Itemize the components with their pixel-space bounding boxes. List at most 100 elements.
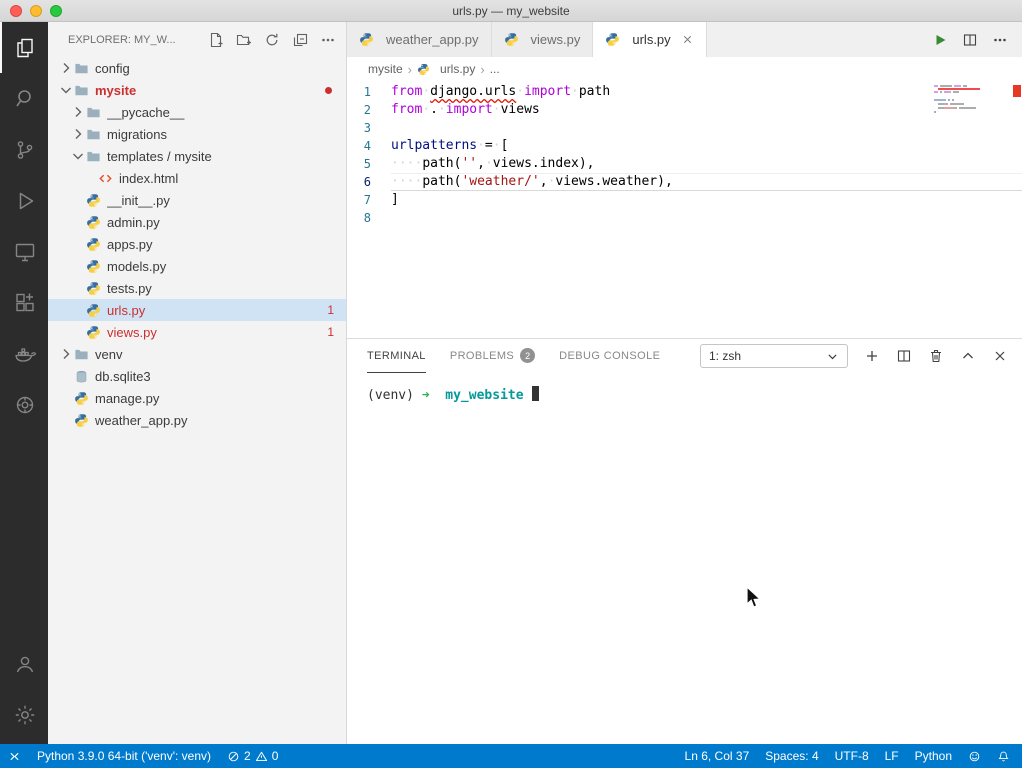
tree-item-apps-py[interactable]: apps.py: [48, 233, 346, 255]
minimap[interactable]: [934, 85, 1006, 119]
activity-account-icon[interactable]: [0, 638, 48, 689]
tree-item-index-html[interactable]: index.html: [48, 167, 346, 189]
file-label: weather_app.py: [95, 413, 346, 428]
python-icon: [86, 215, 101, 230]
chevron-right-icon: [70, 104, 86, 120]
code-line-1[interactable]: 1from·django.urls·import·path: [347, 83, 1022, 101]
close-window-button[interactable]: [10, 5, 22, 17]
tree-item-db-sqlite3[interactable]: db.sqlite3: [48, 365, 346, 387]
terminal-shell-select[interactable]: 1: zsh: [700, 344, 848, 368]
tree-item-config[interactable]: config: [48, 57, 346, 79]
panel-tab-problems[interactable]: PROBLEMS2: [450, 339, 535, 373]
tree-item-admin-py[interactable]: admin.py: [48, 211, 346, 233]
indent-spacer: [70, 236, 86, 252]
tree-item-mysite[interactable]: mysite: [48, 79, 346, 101]
python-icon: [359, 32, 374, 47]
minimize-window-button[interactable]: [30, 5, 42, 17]
tree-item-init-py[interactable]: __init__.py: [48, 189, 346, 211]
split-editor-button[interactable]: [962, 32, 978, 48]
activity-run-debug-icon[interactable]: [0, 175, 48, 226]
editor[interactable]: 1from·django.urls·import·path2from·.·imp…: [347, 81, 1022, 338]
zoom-window-button[interactable]: [50, 5, 62, 17]
editor-actions: [918, 22, 1022, 57]
code-line-2[interactable]: 2from·.·import·views: [347, 101, 1022, 119]
folder-icon: [74, 61, 89, 76]
file-label: manage.py: [95, 391, 346, 406]
tab-urls-py[interactable]: urls.py: [593, 22, 706, 57]
encoding-status[interactable]: UTF-8: [827, 744, 877, 768]
bell-icon: [997, 750, 1010, 763]
eol-status[interactable]: LF: [877, 744, 907, 768]
activity-remote-explorer-icon[interactable]: [0, 226, 48, 277]
code-line-5[interactable]: 5····path('',·views.index),: [347, 155, 1022, 173]
notifications-button[interactable]: [989, 744, 1018, 768]
code-line-7[interactable]: 7]: [347, 191, 1022, 209]
breadcrumb-separator: ›: [480, 62, 484, 77]
file-label: mysite: [95, 83, 325, 98]
tree-item-migrations[interactable]: migrations: [48, 123, 346, 145]
close-icon[interactable]: [681, 33, 694, 46]
python-icon: [417, 63, 430, 76]
panel-tab-terminal[interactable]: TERMINAL: [367, 339, 426, 373]
remote-indicator[interactable]: [0, 744, 29, 768]
breadcrumb-item-more[interactable]: ...: [490, 62, 500, 76]
split-terminal-button[interactable]: [896, 348, 912, 364]
activity-search-icon[interactable]: [0, 73, 48, 124]
python-interpreter-status[interactable]: Python 3.9.0 64-bit ('venv': venv): [29, 744, 219, 768]
explorer-title: EXPLORER: MY_W...: [68, 34, 208, 46]
tab-label: weather_app.py: [386, 32, 479, 47]
activity-bar-bottom: [0, 638, 48, 744]
activity-explorer-icon[interactable]: [0, 22, 48, 73]
file-label: apps.py: [107, 237, 346, 252]
tree-item-tests-py[interactable]: tests.py: [48, 277, 346, 299]
terminal[interactable]: (venv) ➜ my_website: [347, 373, 1022, 744]
feedback-button[interactable]: [960, 744, 989, 768]
breadcrumb-item-urls-py[interactable]: urls.py: [417, 62, 475, 76]
tree-item-models-py[interactable]: models.py: [48, 255, 346, 277]
new-file-icon[interactable]: [208, 32, 224, 48]
indent-spacer: [70, 302, 86, 318]
activity-gear-circle-icon[interactable]: [0, 379, 48, 430]
chevron-down-icon: [58, 82, 74, 98]
error-count-badge: 1: [327, 303, 334, 317]
breadcrumb-item-mysite[interactable]: mysite: [368, 62, 403, 76]
code-line-6[interactable]: 6····path('weather/',·views.weather),: [347, 173, 1022, 191]
tree-item-pycache[interactable]: __pycache__: [48, 101, 346, 123]
more-icon[interactable]: [320, 32, 336, 48]
tree-item-weather-app-py[interactable]: weather_app.py: [48, 409, 346, 431]
code-line-8[interactable]: 8: [347, 209, 1022, 227]
tree-item-views-py[interactable]: views.py1: [48, 321, 346, 343]
maximize-panel-button[interactable]: [960, 348, 976, 364]
indent-spacer: [70, 258, 86, 274]
line-number: 5: [347, 155, 391, 173]
activity-source-control-icon[interactable]: [0, 124, 48, 175]
kill-terminal-button[interactable]: [928, 348, 944, 364]
problems-status[interactable]: 2 0: [219, 744, 286, 768]
cursor-position-status[interactable]: Ln 6, Col 37: [677, 744, 758, 768]
collapse-all-icon[interactable]: [292, 32, 308, 48]
tree-item-templates-mysite[interactable]: templates / mysite: [48, 145, 346, 167]
tree-item-manage-py[interactable]: manage.py: [48, 387, 346, 409]
line-number: 6: [347, 173, 391, 191]
tab-weather-app-py[interactable]: weather_app.py: [347, 22, 492, 57]
run-python-file-button[interactable]: [932, 32, 948, 48]
new-terminal-button[interactable]: [864, 348, 880, 364]
activity-settings-icon[interactable]: [0, 689, 48, 740]
code-line-4[interactable]: 4urlpatterns·=·[: [347, 137, 1022, 155]
panel-tab-debug-console[interactable]: DEBUG CONSOLE: [559, 339, 660, 373]
new-folder-icon[interactable]: [236, 32, 252, 48]
refresh-icon[interactable]: [264, 32, 280, 48]
more-actions-button[interactable]: [992, 32, 1008, 48]
panel: TERMINAL PROBLEMS2 DEBUG CONSOLE 1: zsh (v…: [347, 338, 1022, 744]
tab-views-py[interactable]: views.py: [492, 22, 594, 57]
activity-extensions-icon[interactable]: [0, 277, 48, 328]
tree-item-venv[interactable]: venv: [48, 343, 346, 365]
close-panel-button[interactable]: [992, 348, 1008, 364]
tab-bar: weather_app.py views.pyurls.py: [347, 22, 1022, 57]
code-line-3[interactable]: 3: [347, 119, 1022, 137]
status-bar: Python 3.9.0 64-bit ('venv': venv) 2 0 L…: [0, 744, 1022, 768]
indentation-status[interactable]: Spaces: 4: [757, 744, 826, 768]
activity-docker-icon[interactable]: [0, 328, 48, 379]
language-status[interactable]: Python: [907, 744, 960, 768]
tree-item-urls-py[interactable]: urls.py1: [48, 299, 346, 321]
